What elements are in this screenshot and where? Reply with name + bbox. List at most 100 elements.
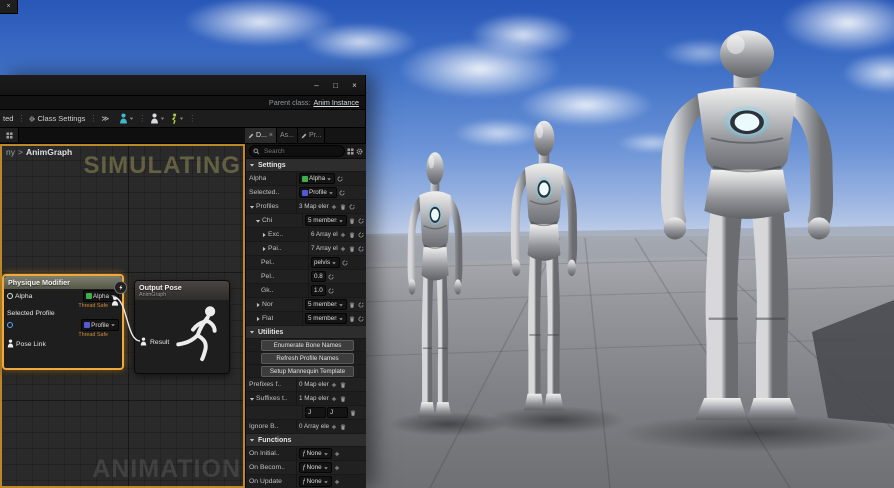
- breadcrumb[interactable]: ny > AnimGraph: [6, 147, 72, 157]
- section-header-settings[interactable]: Settings: [246, 159, 366, 172]
- function-picker[interactable]: ƒ None: [299, 448, 332, 459]
- section-header-functions[interactable]: Functions: [246, 434, 366, 447]
- reset-to-default-icon[interactable]: [357, 231, 365, 239]
- menu-dots-icon[interactable]: ⋮: [188, 114, 196, 123]
- expander-icon[interactable]: [249, 437, 255, 443]
- reset-to-default-icon[interactable]: [357, 245, 365, 253]
- value-text[interactable]: 0.8: [311, 271, 326, 282]
- add-element-icon[interactable]: [333, 450, 341, 458]
- close-icon[interactable]: ×: [6, 3, 10, 10]
- value-combo[interactable]: Alpha: [299, 173, 336, 184]
- reset-to-default-icon[interactable]: [357, 315, 365, 323]
- corner-tab[interactable]: ×: [0, 0, 18, 14]
- anim-graph-canvas[interactable]: ny > AnimGraph SIMULATING ANIMATION Phys…: [0, 144, 245, 488]
- reset-to-default-icon[interactable]: [327, 287, 335, 295]
- reset-to-default-icon[interactable]: [348, 203, 356, 211]
- profile-input-pin[interactable]: [7, 322, 13, 328]
- document-tab[interactable]: [0, 128, 19, 142]
- expander-icon[interactable]: [255, 316, 261, 322]
- value-text[interactable]: 1.0: [311, 285, 326, 296]
- maximize-button[interactable]: □: [327, 78, 344, 92]
- reset-to-default-icon[interactable]: [357, 217, 365, 225]
- add-element-icon[interactable]: [330, 381, 338, 389]
- delete-icon[interactable]: [339, 381, 347, 389]
- display-options-icon[interactable]: [347, 147, 354, 155]
- class-settings-button[interactable]: Class Settings: [29, 114, 85, 123]
- reset-to-default-icon[interactable]: [357, 301, 365, 309]
- value-combo[interactable]: Profile: [299, 187, 337, 198]
- animation-mode-button[interactable]: [169, 113, 184, 124]
- add-element-icon[interactable]: [333, 464, 341, 472]
- pair-field[interactable]: J: [305, 407, 326, 418]
- delete-icon[interactable]: [348, 231, 356, 239]
- expander-icon[interactable]: [255, 302, 261, 308]
- output-pose-node[interactable]: Output Pose AnimGraph Result: [134, 280, 230, 374]
- delete-icon[interactable]: [348, 315, 356, 323]
- breadcrumb-prefix[interactable]: ny: [6, 147, 15, 157]
- enumerate-bone-names-button[interactable]: Enumerate Bone Names: [261, 339, 354, 351]
- expander-icon[interactable]: [255, 218, 261, 224]
- breadcrumb-current[interactable]: AnimGraph: [26, 147, 72, 157]
- result-pin-icon[interactable]: [140, 337, 147, 348]
- add-element-icon[interactable]: [339, 245, 347, 253]
- preview-mesh-button[interactable]: [119, 113, 134, 124]
- reset-to-default-icon[interactable]: [336, 175, 344, 183]
- add-element-icon[interactable]: [330, 423, 338, 431]
- profile-dropdown[interactable]: Profile: [81, 319, 119, 331]
- pose-pin-icon[interactable]: [7, 339, 14, 350]
- delete-icon[interactable]: [339, 423, 347, 431]
- skeleton-button[interactable]: [150, 113, 165, 124]
- menu-dots-icon[interactable]: ⋮: [138, 114, 146, 123]
- delete-icon[interactable]: [339, 203, 347, 211]
- menu-dots-icon[interactable]: ⋮: [89, 114, 97, 123]
- function-picker[interactable]: ƒ None: [299, 462, 332, 473]
- expander-icon[interactable]: [249, 162, 255, 168]
- add-element-icon[interactable]: [339, 231, 347, 239]
- tab-details[interactable]: D... ×: [245, 128, 277, 143]
- menu-dots-icon[interactable]: ⋮: [17, 114, 25, 123]
- delete-icon[interactable]: [339, 395, 347, 403]
- close-icon[interactable]: ×: [269, 132, 273, 139]
- add-element-icon[interactable]: [330, 395, 338, 403]
- expander-icon[interactable]: [261, 246, 267, 252]
- settings-gear-icon[interactable]: [356, 148, 363, 155]
- title-bar[interactable]: – □ ×: [0, 75, 365, 96]
- close-button[interactable]: ×: [346, 78, 363, 92]
- expander-icon[interactable]: [261, 232, 267, 238]
- expander-icon[interactable]: [249, 396, 255, 402]
- toolbar-overflow-button[interactable]: ≫: [101, 114, 109, 123]
- parent-class-link[interactable]: Anim Instance: [313, 98, 359, 107]
- value-combo[interactable]: 5 members: [305, 215, 347, 226]
- mannequin-large[interactable]: [612, 24, 882, 436]
- add-element-icon[interactable]: [333, 478, 341, 486]
- section-header-utilities[interactable]: Utilities: [246, 326, 366, 339]
- alpha-input-pin[interactable]: [7, 293, 13, 299]
- add-element-icon[interactable]: [330, 203, 338, 211]
- reset-to-default-icon[interactable]: [341, 259, 349, 267]
- value-combo[interactable]: 5 members: [305, 299, 347, 310]
- minimize-button[interactable]: –: [308, 78, 325, 92]
- delete-icon[interactable]: [348, 245, 356, 253]
- pose-output-pin-icon[interactable]: [111, 293, 119, 311]
- expander-icon[interactable]: [249, 329, 255, 335]
- delete-icon[interactable]: [349, 409, 357, 417]
- delete-icon[interactable]: [348, 217, 356, 225]
- pair-field[interactable]: J: [327, 407, 348, 418]
- search-input[interactable]: [262, 146, 341, 156]
- refresh-profile-names-button[interactable]: Refresh Profile Names: [261, 352, 354, 364]
- search-field[interactable]: [249, 145, 345, 157]
- value-combo[interactable]: 5 members: [305, 313, 347, 324]
- mannequin-small[interactable]: [392, 148, 478, 428]
- setup-mannequin-template-button[interactable]: Setup Mannequin Template: [261, 365, 354, 377]
- function-picker[interactable]: ƒ None: [299, 476, 332, 487]
- delete-icon[interactable]: [348, 301, 356, 309]
- toolbar-partial-button[interactable]: ted: [3, 114, 13, 123]
- tab-asset[interactable]: As...: [276, 128, 298, 143]
- physique-modifier-node[interactable]: Physique Modifier Alpha Alpha Thread Saf…: [2, 274, 127, 370]
- mannequin-medium[interactable]: [492, 116, 596, 422]
- expander-icon[interactable]: [249, 204, 255, 210]
- reset-to-default-icon[interactable]: [338, 189, 346, 197]
- reset-to-default-icon[interactable]: [327, 273, 335, 281]
- tab-preview[interactable]: Pr...: [298, 128, 326, 143]
- value-combo[interactable]: pelvis: [311, 257, 341, 268]
